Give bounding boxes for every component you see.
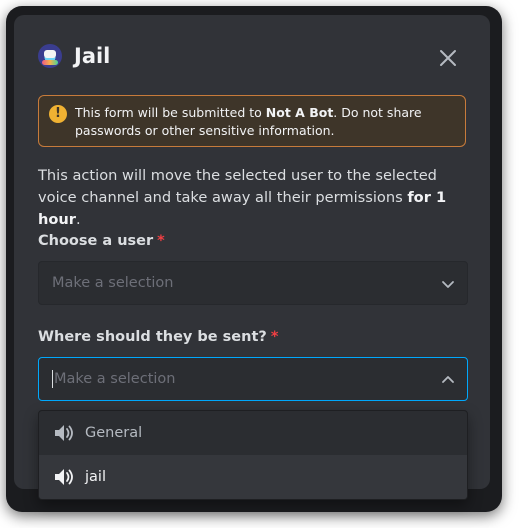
user-label-text: Choose a user	[38, 233, 154, 249]
action-description: This action will move the selected user …	[38, 165, 468, 231]
warning-bot-name: Not A Bot	[265, 105, 334, 120]
channel-dropdown-menu: General jail	[38, 410, 468, 500]
user-field-label: Choose a user *	[38, 233, 165, 249]
bot-avatar	[38, 44, 62, 68]
warning-icon: !	[49, 105, 67, 123]
speaker-icon	[55, 469, 73, 485]
text-cursor	[52, 370, 53, 388]
warning-banner: ! This form will be submitted to Not A B…	[38, 95, 466, 147]
close-button[interactable]	[438, 48, 458, 68]
channel-select[interactable]: Make a selection	[38, 357, 468, 401]
channel-option-jail[interactable]: jail	[39, 455, 467, 499]
user-select[interactable]: Make a selection	[38, 261, 468, 305]
channel-option-general[interactable]: General	[39, 411, 467, 455]
user-select-placeholder: Make a selection	[52, 275, 174, 291]
modal-title: Jail	[74, 44, 111, 68]
chevron-down-icon	[442, 281, 454, 288]
required-mark: *	[157, 233, 165, 249]
close-icon	[440, 50, 456, 66]
channel-field-label: Where should they be sent? *	[38, 329, 278, 345]
required-mark: *	[270, 329, 279, 345]
option-label: General	[85, 425, 143, 441]
option-label: jail	[85, 469, 106, 485]
description-prefix: This action will move the selected user …	[38, 167, 437, 206]
modal-header: Jail	[38, 41, 110, 71]
chevron-up-icon	[442, 376, 454, 383]
channel-label-text: Where should they be sent?	[38, 329, 267, 345]
speaker-icon	[55, 425, 73, 441]
warning-text-prefix: This form will be submitted to	[75, 105, 266, 120]
description-suffix: .	[76, 211, 81, 228]
channel-select-placeholder: Make a selection	[54, 371, 176, 387]
